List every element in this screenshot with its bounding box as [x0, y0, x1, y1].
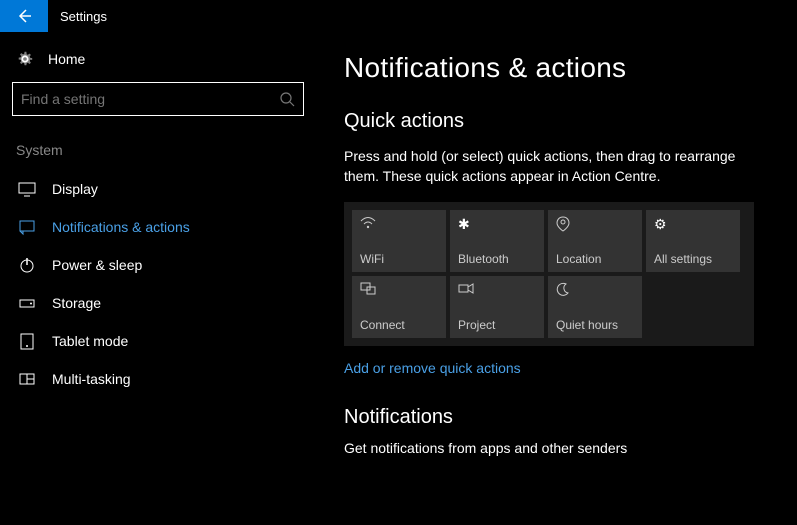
page-title: Notifications & actions — [344, 52, 781, 84]
tablet-icon — [18, 332, 36, 350]
sidebar: Home System Display Notifications & acti… — [0, 32, 312, 500]
home-label: Home — [48, 51, 85, 67]
nav-label: Notifications & actions — [52, 219, 190, 235]
window-title: Settings — [48, 9, 107, 24]
search-icon — [279, 91, 295, 107]
nav-label: Multi-tasking — [52, 371, 131, 387]
connect-icon — [360, 282, 438, 298]
project-icon — [458, 282, 536, 298]
tile-project[interactable]: Project — [450, 276, 544, 338]
category-label: System — [12, 142, 304, 170]
sidebar-item-multitasking[interactable]: Multi-tasking — [12, 360, 304, 398]
multitask-icon — [18, 370, 36, 388]
notifications-description: Get notifications from apps and other se… — [344, 439, 774, 459]
nav-label: Storage — [52, 295, 101, 311]
tile-label: Bluetooth — [458, 252, 536, 266]
moon-icon — [556, 282, 634, 298]
sidebar-item-tablet[interactable]: Tablet mode — [12, 322, 304, 360]
gear-icon: ⚙ — [654, 216, 732, 232]
bluetooth-icon: ✱ — [458, 216, 536, 232]
tile-all-settings[interactable]: ⚙ All settings — [646, 210, 740, 272]
gear-icon — [16, 50, 34, 68]
tile-label: Connect — [360, 318, 438, 332]
tile-label: All settings — [654, 252, 732, 266]
sidebar-item-notifications[interactable]: Notifications & actions — [12, 208, 304, 246]
notifications-icon — [18, 218, 36, 236]
titlebar: Settings — [0, 0, 797, 32]
nav-label: Power & sleep — [52, 257, 142, 273]
tile-quiet-hours[interactable]: Quiet hours — [548, 276, 642, 338]
quick-actions-description: Press and hold (or select) quick actions… — [344, 147, 774, 186]
tile-bluetooth[interactable]: ✱ Bluetooth — [450, 210, 544, 272]
nav-label: Tablet mode — [52, 333, 128, 349]
sidebar-item-storage[interactable]: Storage — [12, 284, 304, 322]
power-icon — [18, 256, 36, 274]
tile-location[interactable]: Location — [548, 210, 642, 272]
sidebar-item-display[interactable]: Display — [12, 170, 304, 208]
location-icon — [556, 216, 634, 232]
display-icon — [18, 180, 36, 198]
add-remove-link[interactable]: Add or remove quick actions — [344, 360, 781, 376]
tile-connect[interactable]: Connect — [352, 276, 446, 338]
quick-actions-title: Quick actions — [344, 110, 781, 133]
back-arrow-icon — [16, 8, 32, 24]
quick-actions-grid[interactable]: WiFi ✱ Bluetooth Location ⚙ All settings… — [344, 202, 754, 346]
tile-wifi[interactable]: WiFi — [352, 210, 446, 272]
content-area: Notifications & actions Quick actions Pr… — [312, 32, 797, 500]
sidebar-item-power[interactable]: Power & sleep — [12, 246, 304, 284]
search-field[interactable] — [21, 91, 279, 107]
tile-label: Quiet hours — [556, 318, 634, 332]
back-button[interactable] — [0, 0, 48, 32]
tile-label: Location — [556, 252, 634, 266]
storage-icon — [18, 294, 36, 312]
home-button[interactable]: Home — [12, 42, 304, 82]
tile-label: Project — [458, 318, 536, 332]
tile-label: WiFi — [360, 252, 438, 266]
wifi-icon — [360, 216, 438, 232]
notifications-title: Notifications — [344, 406, 781, 429]
search-input[interactable] — [12, 82, 304, 116]
nav-label: Display — [52, 181, 98, 197]
